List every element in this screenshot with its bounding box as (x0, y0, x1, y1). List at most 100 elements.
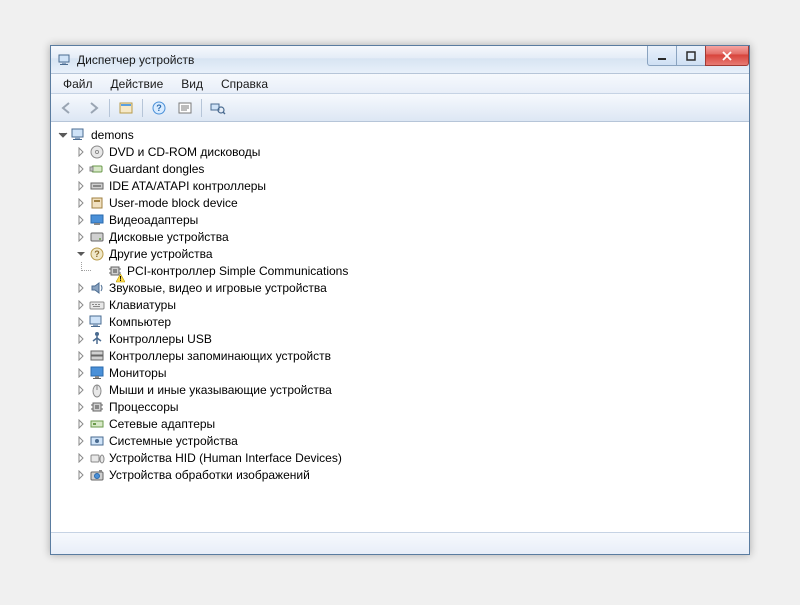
tree-category[interactable]: Мониторы (75, 364, 749, 381)
expand-icon[interactable] (75, 231, 87, 243)
expand-icon[interactable] (75, 333, 87, 345)
disk-icon (89, 229, 105, 245)
tree-category-label: Видеоадаптеры (109, 213, 198, 227)
menu-help[interactable]: Справка (213, 75, 276, 93)
tree-category[interactable]: Контроллеры USB (75, 330, 749, 347)
block-icon (89, 195, 105, 211)
expand-icon[interactable] (75, 469, 87, 481)
expand-icon[interactable] (75, 180, 87, 192)
maximize-button[interactable] (676, 46, 706, 66)
app-icon (57, 52, 73, 68)
expand-icon[interactable] (75, 452, 87, 464)
tree-category-label: Другие устройства (109, 247, 213, 261)
svg-text:?: ? (156, 103, 162, 113)
expand-icon[interactable] (75, 401, 87, 413)
collapse-icon[interactable] (57, 129, 69, 141)
computer-icon (71, 127, 87, 143)
tree-category[interactable]: Системные устройства (75, 432, 749, 449)
tree-category-label: DVD и CD-ROM дисководы (109, 145, 260, 159)
tree-category[interactable]: Дисковые устройства (75, 228, 749, 245)
keyboard-icon (89, 297, 105, 313)
sound-icon (89, 280, 105, 296)
tree-category[interactable]: User-mode block device (75, 194, 749, 211)
expand-icon[interactable] (75, 435, 87, 447)
tree-category-label: Компьютер (109, 315, 171, 329)
tree-category-label: Контроллеры запоминающих устройств (109, 349, 331, 363)
device-manager-window: Диспетчер устройств Файл Действие Вид Сп… (50, 45, 750, 555)
expand-icon[interactable] (75, 282, 87, 294)
tree-category-label: Системные устройства (109, 434, 238, 448)
expand-icon[interactable] (75, 367, 87, 379)
toolbar-help-button[interactable]: ? (147, 97, 171, 119)
tree-category-label: Звуковые, видео и игровые устройства (109, 281, 327, 295)
tree-category-label: Мониторы (109, 366, 166, 380)
tree-category-label: Устройства обработки изображений (109, 468, 310, 482)
menu-view[interactable]: Вид (173, 75, 211, 93)
toolbar-separator (109, 99, 110, 117)
toolbar-separator (142, 99, 143, 117)
tree-category-label: User-mode block device (109, 196, 238, 210)
toolbar-back-button[interactable] (55, 97, 79, 119)
expand-icon[interactable] (75, 350, 87, 362)
device-chip-icon (107, 263, 123, 279)
dongle-icon (89, 161, 105, 177)
mouse-icon (89, 382, 105, 398)
dvd-icon (89, 144, 105, 160)
expand-icon[interactable] (75, 299, 87, 311)
minimize-button[interactable] (647, 46, 677, 66)
toolbar-show-hidden-button[interactable] (114, 97, 138, 119)
tree-category[interactable]: Мыши и иные указывающие устройства (75, 381, 749, 398)
cpu-icon (89, 399, 105, 415)
expand-icon[interactable] (75, 384, 87, 396)
collapse-icon[interactable] (75, 248, 87, 260)
toolbar-separator (201, 99, 202, 117)
tree-category[interactable]: Сетевые адаптеры (75, 415, 749, 432)
tree-category[interactable]: Контроллеры запоминающих устройств (75, 347, 749, 364)
usb-icon (89, 331, 105, 347)
tree-category[interactable]: Другие устройства (75, 245, 749, 262)
tree-root[interactable]: demons (57, 126, 749, 143)
tree-category-label: Guardant dongles (109, 162, 204, 176)
expand-icon[interactable] (75, 214, 87, 226)
tree-category-label: Клавиатуры (109, 298, 176, 312)
tree-device[interactable]: PCI-контроллер Simple Communications (93, 262, 749, 279)
tree-category-label: Контроллеры USB (109, 332, 212, 346)
close-button[interactable] (705, 46, 749, 66)
tree-category[interactable]: Устройства обработки изображений (75, 466, 749, 483)
tree-category[interactable]: DVD и CD-ROM дисководы (75, 143, 749, 160)
titlebar[interactable]: Диспетчер устройств (51, 46, 749, 74)
tree-category-label: Сетевые адаптеры (109, 417, 215, 431)
expand-icon[interactable] (75, 316, 87, 328)
tree-device-label: PCI-контроллер Simple Communications (127, 264, 348, 278)
tree-category[interactable]: Устройства HID (Human Interface Devices) (75, 449, 749, 466)
imaging-icon (89, 467, 105, 483)
tree-category[interactable]: Видеоадаптеры (75, 211, 749, 228)
expand-icon[interactable] (75, 163, 87, 175)
storage-icon (89, 348, 105, 364)
ide-icon (89, 178, 105, 194)
expand-icon[interactable] (75, 418, 87, 430)
tree-root-label: demons (91, 128, 134, 142)
expand-icon[interactable] (75, 197, 87, 209)
menu-action[interactable]: Действие (103, 75, 172, 93)
monitor-icon (89, 365, 105, 381)
toolbar-scan-button[interactable] (206, 97, 230, 119)
device-tree[interactable]: demons DVD и CD-ROM дисководы Guardant do… (51, 122, 749, 532)
menu-file[interactable]: Файл (55, 75, 101, 93)
toolbar-properties-button[interactable] (173, 97, 197, 119)
tree-category-label: IDE ATA/ATAPI контроллеры (109, 179, 266, 193)
menubar: Файл Действие Вид Справка (51, 74, 749, 94)
tree-category[interactable]: IDE ATA/ATAPI контроллеры (75, 177, 749, 194)
hid-icon (89, 450, 105, 466)
tree-category-label: Устройства HID (Human Interface Devices) (109, 451, 342, 465)
computer-icon (89, 314, 105, 330)
tree-category[interactable]: Guardant dongles (75, 160, 749, 177)
tree-category[interactable]: Компьютер (75, 313, 749, 330)
toolbar-forward-button[interactable] (81, 97, 105, 119)
tree-category[interactable]: Процессоры (75, 398, 749, 415)
display-icon (89, 212, 105, 228)
statusbar (51, 532, 749, 554)
tree-category[interactable]: Клавиатуры (75, 296, 749, 313)
tree-category[interactable]: Звуковые, видео и игровые устройства (75, 279, 749, 296)
expand-icon[interactable] (75, 146, 87, 158)
